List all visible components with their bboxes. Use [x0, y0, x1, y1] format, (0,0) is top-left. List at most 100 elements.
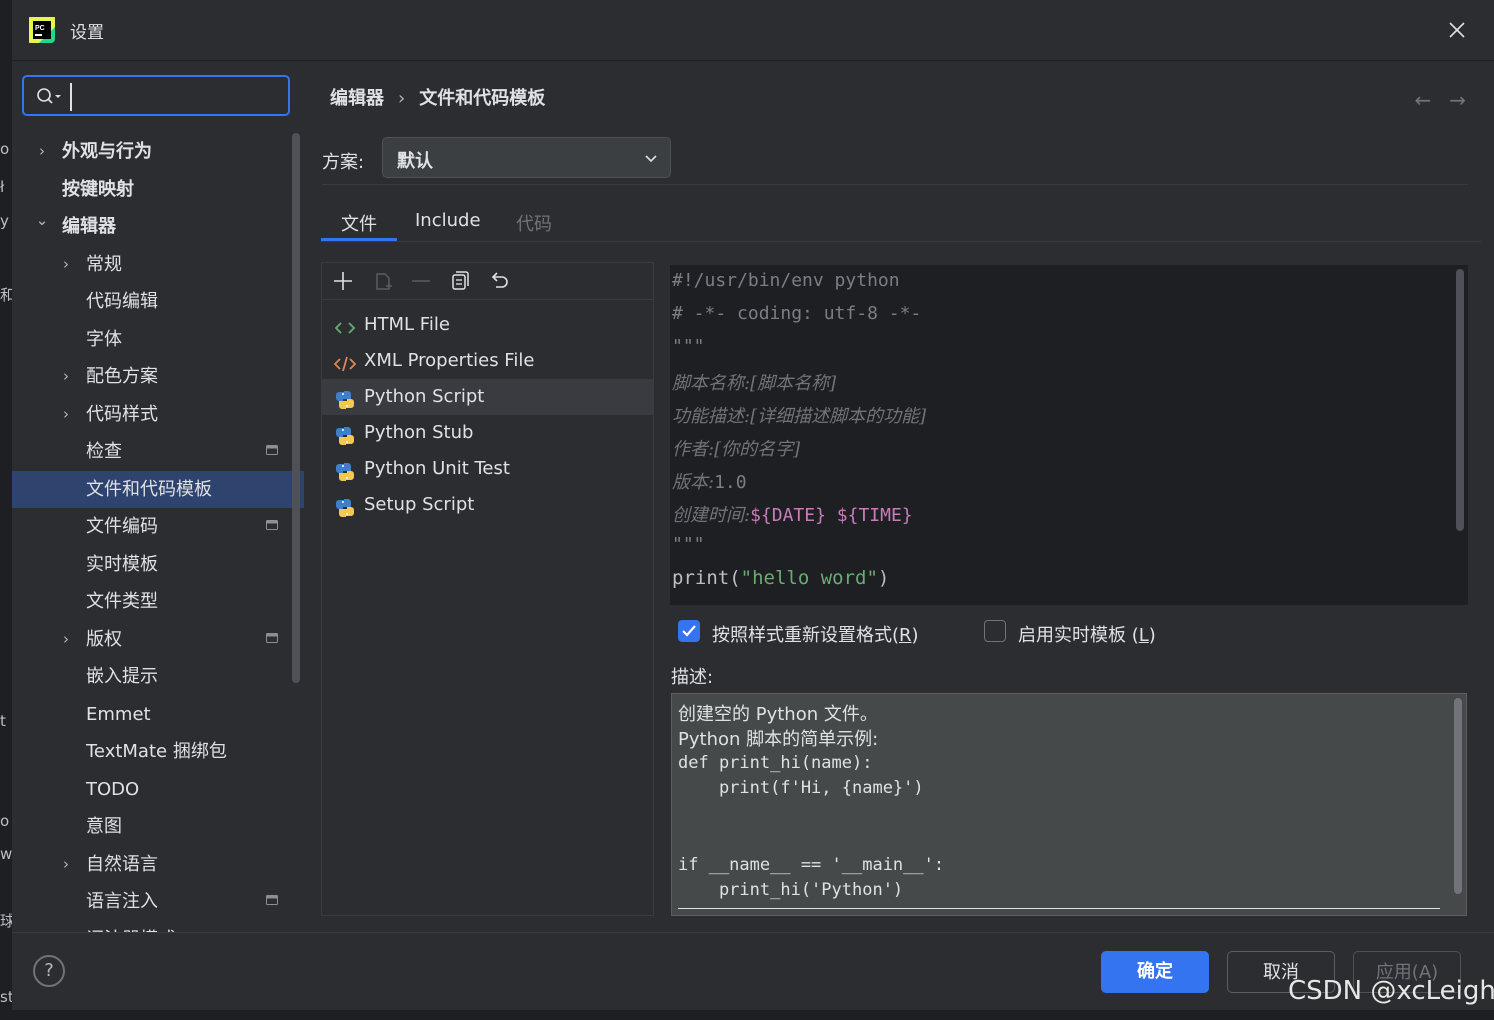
ok-button[interactable]: 确定 — [1101, 951, 1209, 993]
scheme-value: 默认 — [397, 151, 433, 172]
tree-item-label: Emmet — [86, 703, 151, 725]
tree-item[interactable]: 文件类型 — [12, 583, 304, 620]
settings-tree[interactable]: › 外观与行为 按键映射 ⌄ 编辑器 › 常规 代码编辑 字体 › 配色方案 › 代码样式 检查 文件和代码… — [12, 133, 304, 933]
live-templates-label[interactable]: 启用实时模板 (L) — [1018, 621, 1156, 647]
tree-item[interactable]: › 自然语言 — [12, 846, 304, 883]
tab-include[interactable]: Include — [415, 210, 481, 231]
tree-item[interactable]: 按键映射 — [12, 171, 304, 208]
tree-item[interactable]: 字体 — [12, 321, 304, 358]
code-token: 1.0 — [714, 472, 747, 493]
chevron-right-icon[interactable]: › — [34, 133, 50, 170]
tree-item[interactable]: › 代码样式 — [12, 396, 304, 433]
template-item-label: Python Script — [364, 386, 485, 407]
svg-text:PC: PC — [35, 25, 45, 32]
reformat-label-text: 按照样式重新设置格式 — [712, 625, 892, 646]
tree-item-label: 代码样式 — [86, 403, 158, 425]
python-icon — [334, 495, 356, 517]
remove-icon[interactable] — [409, 269, 433, 293]
reformat-mnemonic: R — [899, 625, 912, 646]
chevron-right-icon[interactable]: › — [58, 358, 74, 395]
code-line: """ — [672, 534, 705, 555]
title-bar: PC 设置 — [12, 0, 1494, 61]
help-icon[interactable]: ? — [33, 955, 65, 987]
tree-item[interactable]: 语言注入 — [12, 883, 304, 920]
tree-item[interactable]: › 配色方案 — [12, 358, 304, 395]
tree-item[interactable]: Emmet — [12, 696, 304, 733]
search-field[interactable] — [22, 75, 290, 116]
add-icon[interactable] — [331, 269, 355, 293]
reset-icon[interactable] — [487, 269, 511, 293]
chevron-right-icon[interactable]: › — [58, 621, 74, 658]
tree-item[interactable]: › 外观与行为 — [12, 133, 304, 170]
code-token: 版本: — [672, 472, 715, 493]
tree-item-label: 检查 — [86, 441, 122, 462]
html-icon — [334, 315, 356, 335]
code-line: print("hello word") — [672, 567, 889, 597]
editor-scrollbar[interactable] — [1456, 269, 1464, 531]
chevron-right-icon[interactable]: › — [58, 846, 74, 883]
duplicate-icon[interactable] — [448, 269, 472, 293]
tree-item[interactable]: 检查 — [12, 433, 304, 470]
tree-item-label: 文件类型 — [86, 591, 158, 612]
search-icon[interactable] — [36, 87, 62, 105]
tree-item-label: 文件和代码模板 — [86, 478, 212, 500]
template-code-editor[interactable]: #!/usr/bin/env python # -*- coding: utf-… — [670, 265, 1468, 605]
xml-icon — [333, 351, 357, 372]
template-item[interactable]: Python Unit Test — [322, 451, 653, 487]
tab-code[interactable]: 代码 — [516, 210, 552, 236]
edge-text: ł — [0, 178, 5, 196]
tree-item[interactable]: TextMate 捆绑包 — [12, 733, 304, 770]
tree-item[interactable]: 实时模板 — [12, 546, 304, 583]
description-box[interactable]: 创建空的 Python 文件。 Python 脚本的简单示例: def prin… — [671, 693, 1467, 916]
tree-item[interactable]: 文件和代码模板 — [12, 470, 304, 508]
tree-item[interactable]: › 常规 — [12, 246, 304, 283]
template-item[interactable]: XML Properties File — [322, 343, 653, 379]
template-list-panel: HTML File XML Properties File Python Scrip… — [321, 262, 654, 916]
template-item[interactable]: Setup Script — [322, 487, 653, 523]
tree-item[interactable]: 文件编码 — [12, 508, 304, 545]
reformat-label[interactable]: 按照样式重新设置格式(R) — [712, 621, 919, 647]
description-scrollbar[interactable] — [1454, 698, 1462, 894]
scheme-dropdown[interactable]: 默认 — [382, 137, 671, 178]
watermark: CSDN @xcLeigh — [1288, 976, 1494, 1006]
tree-scrollbar[interactable] — [292, 133, 300, 683]
checkmark-icon — [682, 625, 696, 637]
code-line: """ — [672, 336, 705, 357]
code-token: 创建时间: — [672, 505, 751, 526]
tree-item[interactable]: › 版权 — [12, 621, 304, 658]
template-item[interactable]: HTML File — [322, 307, 653, 343]
tree-item[interactable]: 嵌入提示 — [12, 658, 304, 695]
search-input[interactable] — [70, 83, 288, 111]
chevron-right-icon[interactable]: › — [58, 246, 74, 283]
window-title: 设置 — [70, 23, 104, 43]
tab-files[interactable]: 文件 — [341, 210, 377, 236]
live-templates-checkbox[interactable] — [984, 620, 1006, 642]
reformat-checkbox[interactable] — [678, 620, 700, 642]
tree-item[interactable]: TODO — [12, 771, 304, 808]
template-item[interactable]: Python Script — [322, 379, 653, 415]
template-item-label: XML Properties File — [364, 350, 535, 371]
tree-item[interactable]: 意图 — [12, 808, 304, 845]
chevron-right-icon[interactable]: › — [58, 396, 74, 433]
edge-text: t — [0, 712, 6, 730]
chevron-down-icon[interactable]: ⌄ — [34, 202, 50, 239]
tree-item-label: 自然语言 — [86, 853, 158, 875]
copy-icon[interactable] — [371, 269, 395, 293]
tree-item[interactable]: 代码编辑 — [12, 283, 304, 320]
navigation-arrows: ← → — [1396, 88, 1466, 112]
edge-text: y — [0, 212, 9, 230]
breadcrumb-item[interactable]: 编辑器 — [330, 88, 384, 109]
edge-text: o — [0, 140, 10, 158]
description-divider — [678, 908, 1440, 909]
code-string: "hello word" — [740, 567, 878, 589]
close-icon[interactable] — [1446, 19, 1468, 41]
tree-item-label: 语言注入 — [86, 891, 158, 912]
tree-item[interactable]: ⌄ 编辑器 — [12, 208, 304, 245]
forward-arrow-icon[interactable]: → — [1449, 88, 1466, 112]
divider — [322, 184, 1468, 185]
tree-item-label: TODO — [86, 778, 140, 800]
breadcrumb-item: 文件和代码模板 — [419, 88, 546, 109]
breadcrumb: 编辑器 › 文件和代码模板 — [330, 84, 545, 110]
template-item[interactable]: Python Stub — [322, 415, 653, 451]
back-arrow-icon[interactable]: ← — [1414, 88, 1431, 112]
